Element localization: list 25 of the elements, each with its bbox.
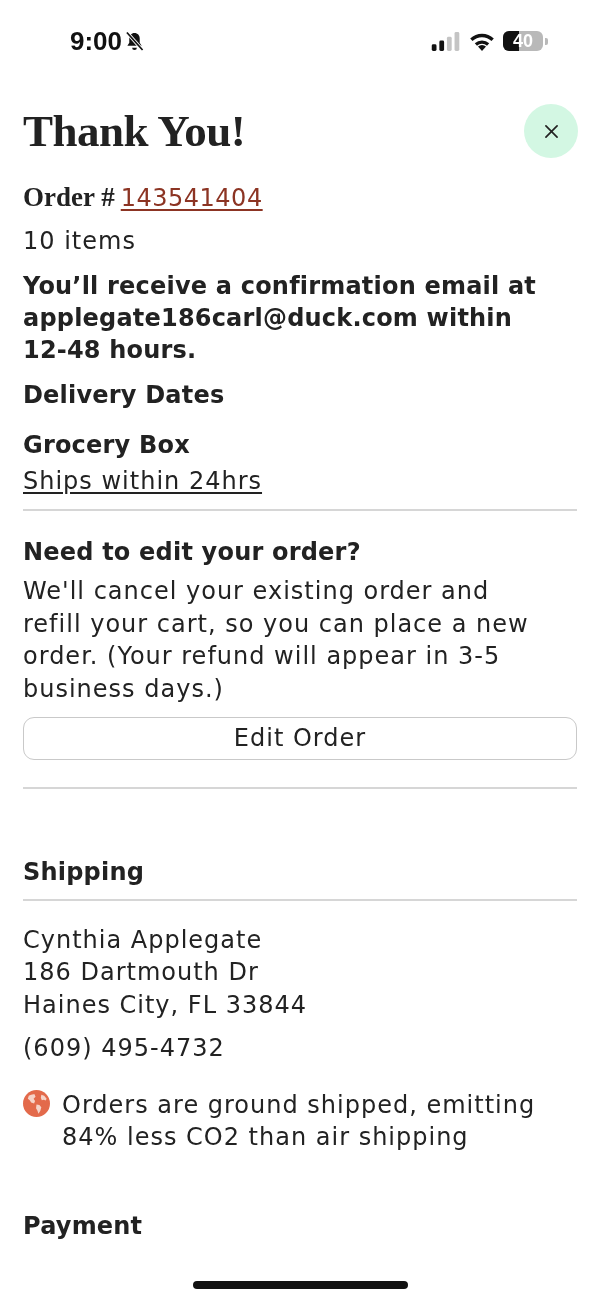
signal-icon [431, 31, 461, 51]
confirmation-message: You’ll receive a confirmation email at applegate186carl@duck.com within 12-48 hours. [23, 271, 538, 366]
wifi-icon [469, 31, 495, 51]
order-number-link[interactable]: 143541404 [120, 181, 263, 215]
close-icon [544, 124, 558, 138]
edit-order-button[interactable]: Edit Order [23, 716, 577, 760]
close-button[interactable] [524, 104, 578, 158]
order-label: Order # [23, 181, 115, 214]
phone-number: (609) 495-4732 [23, 1033, 226, 1065]
edit-heading: Need to edit your order? [23, 537, 362, 568]
page-title: Thank You! [23, 105, 246, 158]
status-time: 9:00 [70, 25, 123, 57]
payment-heading: Payment [23, 1210, 144, 1242]
muted-bell-icon [125, 30, 145, 52]
address-line: Cynthia Applegate [23, 924, 264, 956]
address-line: 186 Dartmouth Dr [23, 957, 260, 989]
delivery-heading: Delivery Dates [23, 380, 226, 411]
globe-icon [23, 1089, 50, 1117]
shipping-heading: Shipping [23, 856, 146, 888]
eco-shipping-note: Orders are ground shipped, emitting 84% less CO2 than air shipping [62, 1089, 537, 1154]
item-count: 10 items [23, 226, 137, 257]
edit-description: We'll cancel your existing order and refill your cart, so you can place a new order. (Your refund will appear in 3-5 business days.) [23, 576, 530, 706]
address-line: Haines City, FL 33844 [23, 989, 308, 1021]
shipping-info-link[interactable]: Ships within 24hrs [23, 465, 263, 497]
delivery-item-name: Grocery Box [23, 430, 191, 461]
